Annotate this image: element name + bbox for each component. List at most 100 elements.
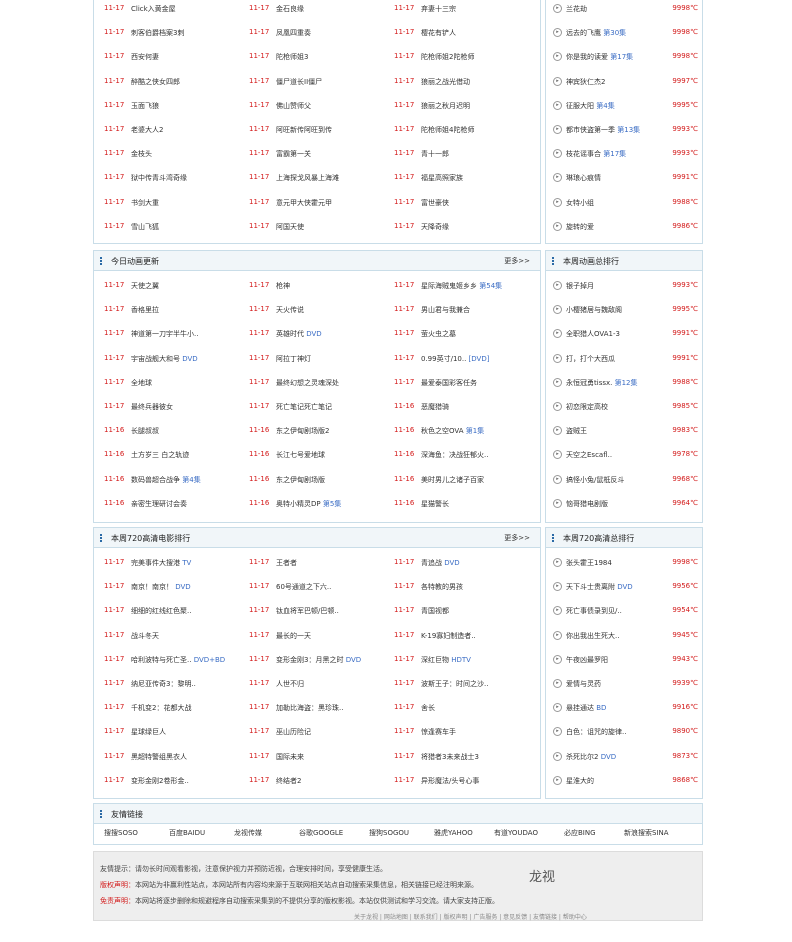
item-title-text[interactable]: 黑超特警组黑衣人 [131, 753, 187, 761]
rank-item-title-text[interactable]: 恼哥猎电剧版 [566, 500, 608, 508]
list-item[interactable]: 11-17 死亡笔记死亡笔记 [239, 395, 384, 419]
item-title[interactable]: 香格里拉 [131, 305, 159, 315]
list-item[interactable]: 11-16 美时男儿之诸子百家 [384, 468, 534, 492]
item-title[interactable]: 最终兵器彼女 [131, 402, 173, 412]
rank-episode-tag[interactable]: DVD [601, 753, 616, 761]
rank-item-title[interactable]: 恼哥猎电剧版 [566, 499, 608, 509]
rank-item[interactable]: ▸ 爱情与灵药 9939℃ [546, 672, 704, 696]
list-item[interactable]: 11-17 玉面飞狼 [94, 94, 239, 118]
item-title-text[interactable]: 死亡笔记死亡笔记 [276, 403, 332, 411]
item-title-text[interactable]: 惊逢赛车手 [421, 728, 456, 736]
rank-item-title-text[interactable]: 远去的飞鹰 [566, 29, 601, 37]
list-item[interactable]: 11-17 Click入黄金屋 [94, 0, 239, 21]
item-title[interactable]: 星际海贼鬼姬乡乡 第54集 [421, 281, 502, 291]
list-item[interactable]: 11-16 土方岁三 白之轨迹 [94, 443, 239, 467]
rank-item-title[interactable]: 死亡事债录到见/.. [566, 606, 622, 616]
rank-item[interactable]: ▸ 初恋限定高校 9985℃ [546, 395, 704, 419]
rank-item[interactable]: ▸ 征服大阳 第4集 9995℃ [546, 94, 704, 118]
list-item[interactable]: 11-16 奥特小精灵DP 第5集 [239, 492, 384, 516]
item-title[interactable]: 萤火虫之墓 [421, 329, 456, 339]
item-title-text[interactable]: 深海鱼：决战狂郁火.. [421, 451, 488, 459]
item-title[interactable]: 意元甲大侠霍元甲 [276, 198, 332, 208]
item-title-text[interactable]: 青追战 [421, 559, 442, 567]
item-episode-tag[interactable]: HDTV [451, 656, 471, 664]
item-title[interactable]: 老婆大人2 [131, 125, 163, 135]
item-title[interactable]: 天火传说 [276, 305, 304, 315]
list-item[interactable]: 11-17 阿旺新传阿旺到传 [239, 118, 384, 142]
item-title[interactable]: 星猫警长 [421, 499, 449, 509]
item-title-text[interactable]: 纳尼亚传奇3：黎明.. [131, 680, 196, 688]
rank-item[interactable]: ▸ 杀死比尔2 DVD 9873℃ [546, 745, 704, 769]
rank-episode-tag[interactable]: 第12集 [615, 379, 638, 387]
item-title[interactable]: 金石良缘 [276, 4, 304, 14]
rank-item-title[interactable]: 午夜凶最罗阳 [566, 655, 608, 665]
item-title[interactable]: 恶魔猎骑 [421, 402, 449, 412]
friend-link[interactable]: 百度BAIDU [169, 828, 205, 838]
item-title-text[interactable]: 雪山飞狐 [131, 223, 159, 231]
rank-item-title[interactable]: 都市侠盗第一季 第13集 [566, 125, 640, 135]
item-title[interactable]: 佛山赞师父 [276, 101, 311, 111]
rank-item-title[interactable]: 征服大阳 第4集 [566, 101, 615, 111]
rank-item[interactable]: ▸ 枝花谣事合 第17集 9993℃ [546, 142, 704, 166]
list-item[interactable]: 11-16 深海鱼：决战狂郁火.. [384, 443, 534, 467]
rank-episode-tag[interactable]: 第17集 [610, 53, 633, 61]
rank-item[interactable]: ▸ 兰花劫 9998℃ [546, 0, 704, 21]
list-item[interactable]: 11-17 细细的红线红色聚.. [94, 599, 239, 623]
item-title[interactable]: 波斯王子：时间之沙.. [421, 679, 488, 689]
list-item[interactable]: 11-17 天火传说 [239, 298, 384, 322]
list-item[interactable]: 11-17 巫山历险记 [239, 720, 384, 744]
item-title[interactable]: K-19寡妇制造者.. [421, 631, 476, 641]
item-title-text[interactable]: 阿国天使 [276, 223, 304, 231]
rank-episode-tag[interactable]: 第13集 [617, 126, 640, 134]
list-item[interactable]: 11-17 醉酷之侠女四郎 [94, 70, 239, 94]
item-title[interactable]: 最长的一天 [276, 631, 311, 641]
item-title-text[interactable]: 东之伊甸剧场版2 [276, 427, 329, 435]
list-item[interactable]: 11-17 波斯王子：时间之沙.. [384, 672, 534, 696]
item-title[interactable]: 福星高照家族 [421, 173, 463, 183]
rank-item-title-text[interactable]: 盗贼王 [566, 427, 587, 435]
item-title-text[interactable]: 千机变2：花都大战 [131, 704, 191, 712]
item-title[interactable]: 纳尼亚传奇3：黎明.. [131, 679, 196, 689]
item-title-text[interactable]: 阿旺新传阿旺到传 [276, 126, 332, 134]
item-title-text[interactable]: 细细的红线红色聚.. [131, 607, 191, 615]
list-item[interactable]: 11-17 各特教的男孩 [384, 575, 534, 599]
rank-item-title[interactable]: 永恒冠勇tissx. 第12集 [566, 378, 638, 388]
list-item[interactable]: 11-16 秋色之空OVA 第1集 [384, 419, 534, 443]
rank-item-title-text[interactable]: 搞怪小兔/鼠柢反斗 [566, 476, 624, 484]
item-title-text[interactable]: 深红巨物 [421, 656, 449, 664]
friend-link[interactable]: 新浪搜索SINA [624, 828, 669, 838]
item-title[interactable]: 天使之翼 [131, 281, 159, 291]
item-episode-tag[interactable]: 第4集 [182, 476, 200, 484]
rank-episode-tag[interactable]: DVD [617, 583, 632, 591]
item-episode-tag[interactable]: DVD [182, 355, 197, 363]
rank-item-title-text[interactable]: 你出我出生死大.. [566, 632, 619, 640]
rank-episode-tag[interactable]: 第4集 [596, 102, 614, 110]
rank-item[interactable]: ▸ 天空之Escafl.. 9978℃ [546, 443, 704, 467]
list-item[interactable]: 11-17 加勒比海盗：黑珍珠.. [239, 696, 384, 720]
list-item[interactable]: 11-17 陀枪师姐3 [239, 45, 384, 69]
rank-item-title-text[interactable]: 星淮大的 [566, 777, 594, 785]
item-title[interactable]: 东之伊甸剧场版2 [276, 426, 329, 436]
item-title[interactable]: 异形魔法/头号心事 [421, 776, 479, 786]
item-title[interactable]: 长腿叔叔 [131, 426, 159, 436]
list-item[interactable]: 11-17 变形金刚3：月黑之时 DVD [239, 648, 384, 672]
item-title-text[interactable]: 富世豪侠 [421, 199, 449, 207]
item-episode-tag[interactable]: 第5集 [323, 500, 341, 508]
hd-more-link[interactable]: 更多>> [504, 533, 530, 543]
item-title[interactable]: 秋色之空OVA 第1集 [421, 426, 484, 436]
item-title-text[interactable]: 萤火虫之墓 [421, 330, 456, 338]
list-item[interactable]: 11-17 K-19寡妇制造者.. [384, 624, 534, 648]
item-title[interactable]: 阿国天使 [276, 222, 304, 232]
rank-item-title-text[interactable]: 你是我的读爱 [566, 53, 608, 61]
list-item[interactable]: 11-17 阿国天使 [239, 215, 384, 239]
item-episode-tag[interactable]: [DVD] [469, 355, 490, 363]
item-episode-tag[interactable]: DVD+BD [194, 656, 226, 664]
item-title[interactable]: 富世豪侠 [421, 198, 449, 208]
item-title[interactable]: 黑超特警组黑衣人 [131, 752, 187, 762]
list-item[interactable]: 11-17 千机变2：花都大战 [94, 696, 239, 720]
item-title[interactable]: Click入黄金屋 [131, 4, 176, 14]
list-item[interactable]: 11-17 星球绿巨人 [94, 720, 239, 744]
rank-item-title[interactable]: 枝花谣事合 第17集 [566, 149, 626, 159]
item-episode-tag[interactable]: 第1集 [466, 427, 484, 435]
item-title-text[interactable]: 狼丽之战光借动 [421, 78, 470, 86]
